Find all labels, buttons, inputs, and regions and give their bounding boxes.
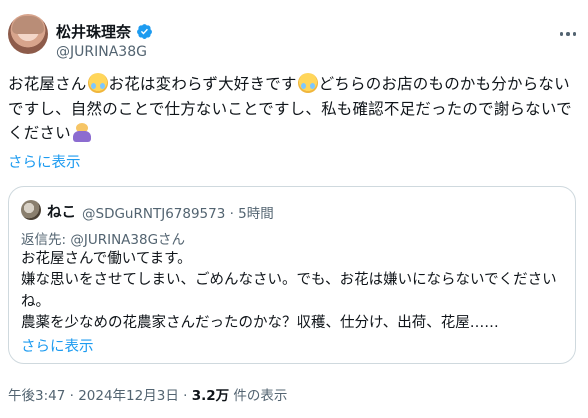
tweet-header: 松井珠理奈 @JURINA38G: [8, 10, 580, 64]
quoted-tweet-text: お花屋さんで働いてます。 嫌な思いをさせてしまい、ごめんなさい。でも、お花は嫌い…: [21, 251, 557, 331]
author-avatar[interactable]: [8, 14, 48, 54]
quoted-author-name[interactable]: ねこ: [47, 201, 76, 222]
tweet-text: お花屋さん お花は変わらず大好きです どちらのお店のものかも分からないですし、自然の…: [8, 72, 584, 146]
tweet-text-part-2: お花は変わらず大好きです: [108, 75, 297, 93]
quoted-author-avatar[interactable]: [21, 200, 41, 220]
reply-prefix: 返信先:: [21, 232, 71, 248]
author-name-row: 松井珠理奈: [56, 21, 153, 42]
quoted-author-meta[interactable]: @SDGuRNTJ6789573 · 5時間: [82, 202, 274, 222]
author-handle[interactable]: @JURINA38G: [56, 44, 147, 60]
quoted-tweet-card[interactable]: ねこ @SDGuRNTJ6789573 · 5時間 返信先: @JURINA38…: [8, 186, 576, 364]
author-display-name[interactable]: 松井珠理奈: [56, 21, 131, 42]
tweet-timestamp[interactable]: 午後3:47 · 2024年12月3日 ·: [8, 388, 192, 404]
quoted-show-more-link[interactable]: さらに表示: [21, 335, 94, 356]
tweet-footer: 午後3:47 · 2024年12月3日 · 3.2万 件の表示: [8, 384, 287, 404]
more-options-icon[interactable]: [556, 24, 580, 44]
quoted-reply-to: 返信先: @JURINA38Gさん: [21, 228, 185, 248]
verified-badge-icon: [137, 24, 152, 39]
pleading-face-emoji: [297, 73, 318, 93]
view-count-label: 件の表示: [229, 388, 288, 404]
reply-mention[interactable]: @JURINA38Gさん: [70, 232, 185, 248]
tweet-text-part-1: お花屋さん: [8, 75, 87, 93]
tweet-show-more-link[interactable]: さらに表示: [8, 151, 81, 172]
pleading-face-emoji: [87, 73, 108, 93]
person-bowing-emoji: [72, 122, 92, 142]
view-count: 3.2万: [191, 388, 230, 404]
